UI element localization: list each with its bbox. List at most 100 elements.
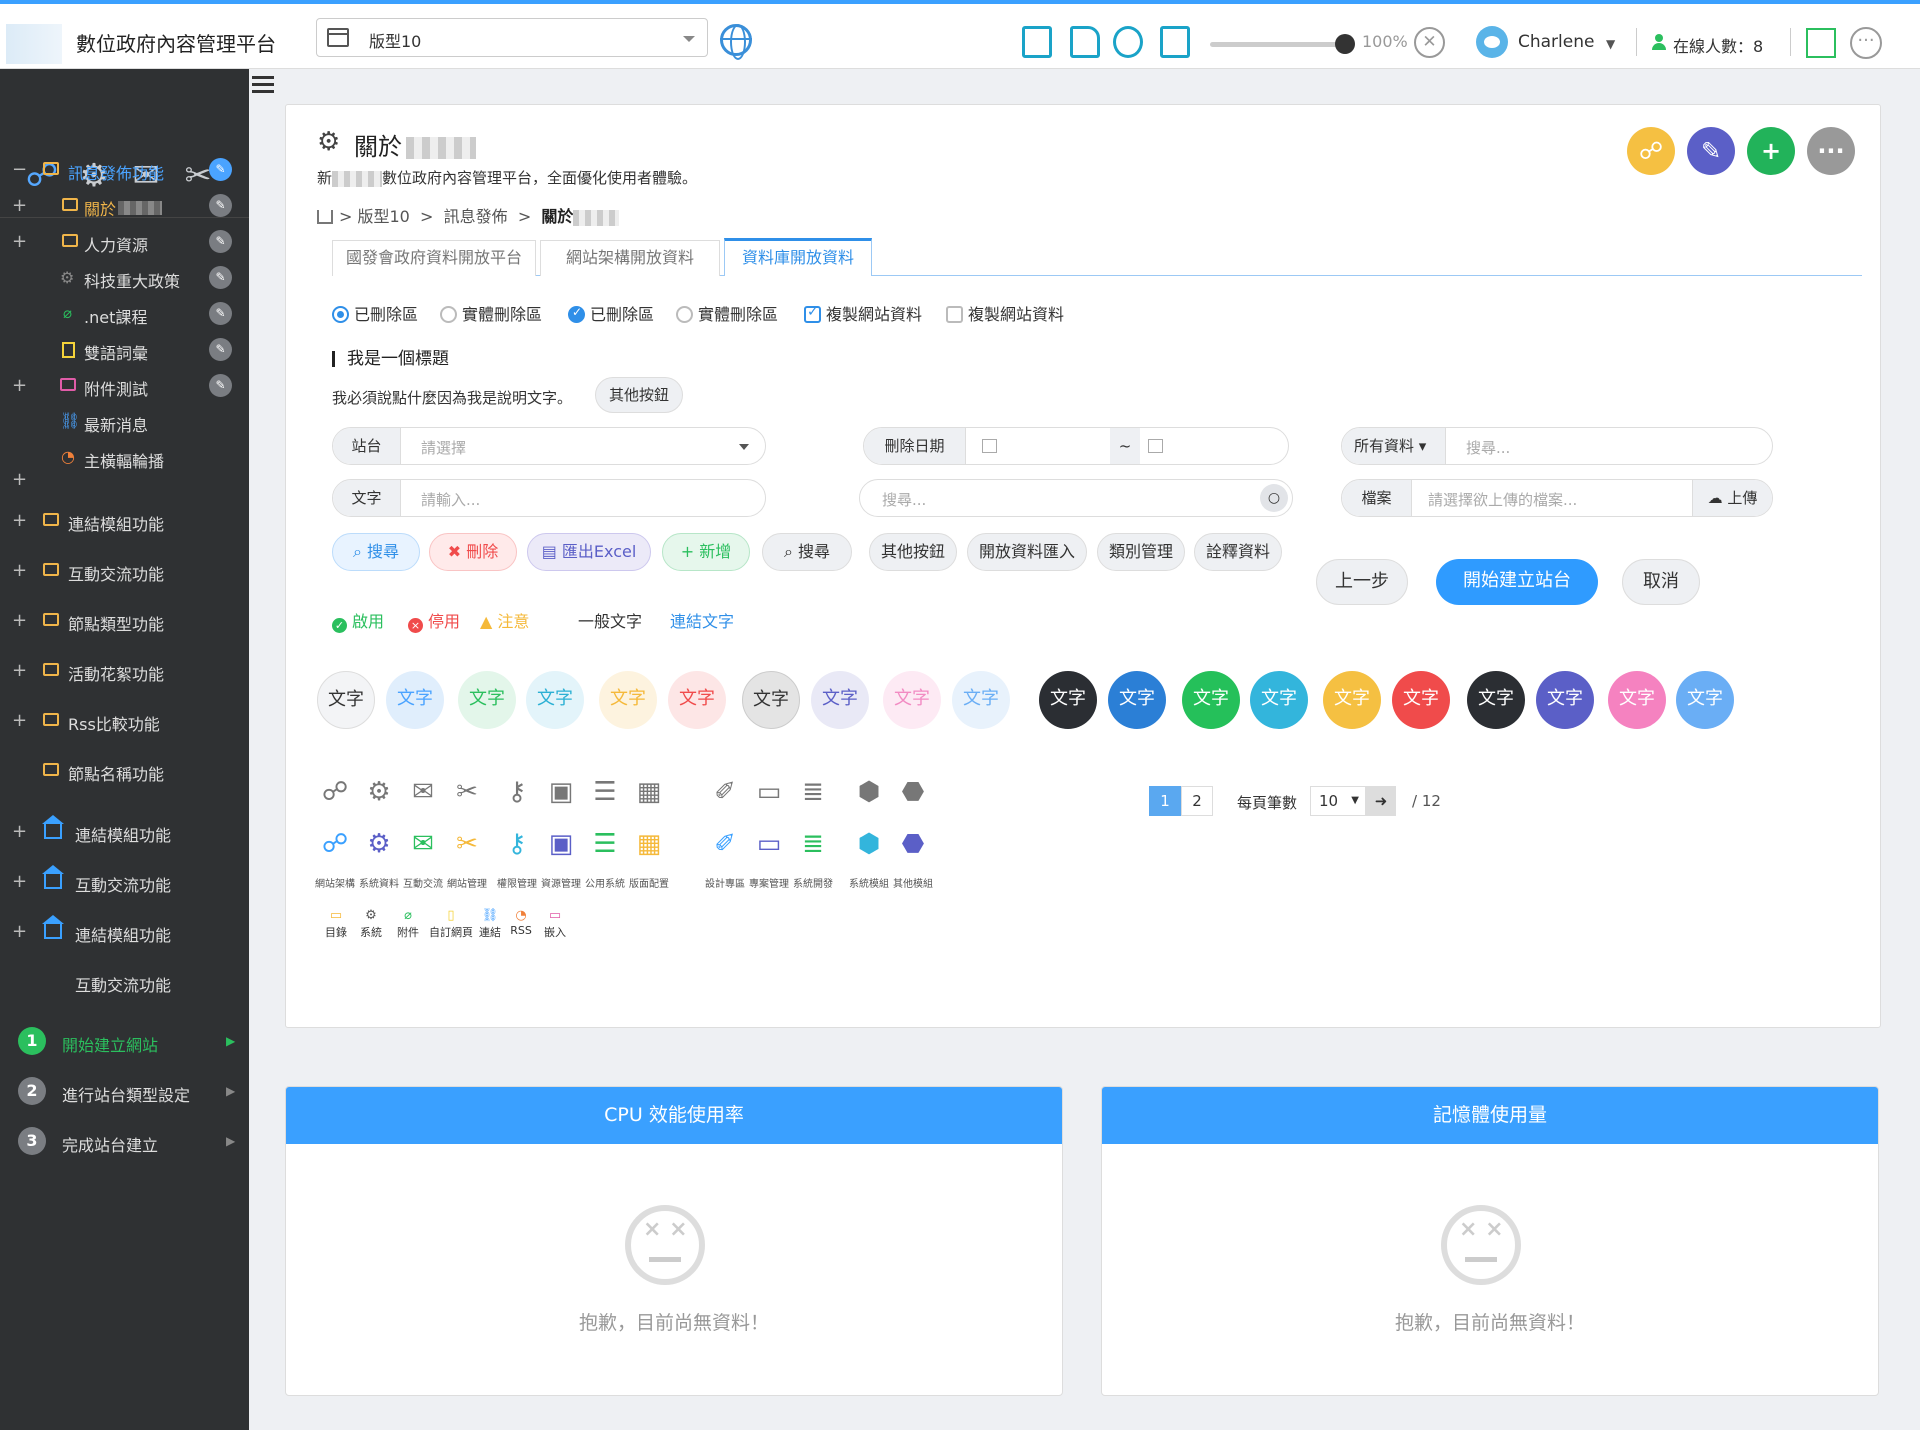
search-icon[interactable]: ○ bbox=[1260, 484, 1288, 512]
edit-icon[interactable]: ✎ bbox=[209, 302, 232, 325]
expand-toggle[interactable]: + bbox=[12, 871, 27, 892]
breadcrumb-item[interactable]: 訊息發佈 bbox=[444, 207, 508, 226]
layout-icon[interactable]: ▦ bbox=[630, 825, 668, 863]
search-button-2[interactable]: ⌕ 搜尋 bbox=[762, 533, 852, 571]
cube-icon[interactable]: ⬢ bbox=[850, 825, 888, 863]
all-data-dropdown[interactable]: 所有資料 ▾ bbox=[1342, 428, 1446, 464]
design-icon[interactable]: ✐ bbox=[706, 825, 744, 863]
mini-embed[interactable]: ▭ 嵌入 bbox=[539, 908, 571, 940]
sidebar-group[interactable]: + Rss比較功能 bbox=[0, 704, 249, 740]
tab-database[interactable]: 資料庫開放資料 bbox=[724, 238, 872, 276]
mini-folder[interactable]: ▭ 目錄 bbox=[320, 908, 352, 940]
other-button-2[interactable]: 其他按鈕 bbox=[869, 533, 957, 571]
radio-physical-2[interactable]: 實體刪除區 bbox=[676, 301, 778, 325]
globe-icon[interactable] bbox=[720, 24, 752, 60]
archive-icon[interactable]: ▣ bbox=[542, 773, 580, 811]
gear-icon[interactable]: ⚙ bbox=[360, 825, 398, 863]
sidebar-add[interactable]: + bbox=[0, 461, 249, 497]
inbox-icon[interactable]: ✉ bbox=[404, 825, 442, 863]
close-icon[interactable]: ✕ bbox=[1414, 27, 1445, 58]
step-1[interactable]: 1 開始建立網站 ▶ bbox=[0, 1022, 249, 1062]
text-input[interactable]: 文字 請輸入... bbox=[332, 479, 766, 517]
search-button[interactable]: ⌕ 搜尋 bbox=[332, 533, 420, 571]
chevron-down-icon[interactable]: ▼ bbox=[1606, 37, 1615, 51]
layout-icon[interactable]: ▦ bbox=[630, 773, 668, 811]
zoom-slider[interactable] bbox=[1210, 42, 1345, 47]
date-range-input[interactable]: 刪除日期 ~ bbox=[863, 427, 1289, 465]
expand-toggle[interactable]: + bbox=[12, 560, 27, 581]
edit-icon[interactable]: ✎ bbox=[209, 374, 232, 397]
search-input[interactable]: 搜尋... ○ bbox=[859, 479, 1293, 517]
tab-ndc[interactable]: 國發會政府資料開放平台 bbox=[332, 240, 536, 276]
briefcase-icon[interactable]: ▭ bbox=[750, 825, 788, 863]
cube-icon[interactable]: ⬢ bbox=[850, 773, 888, 811]
expand-toggle[interactable]: + bbox=[12, 610, 27, 631]
edit-icon[interactable]: ✎ bbox=[209, 230, 232, 253]
delete-button[interactable]: ✖ 刪除 bbox=[429, 533, 517, 571]
gear-icon[interactable]: ⚙ bbox=[360, 773, 398, 811]
sidebar-group[interactable]: + 活動花絮功能 bbox=[0, 654, 249, 690]
menu-toggle-icon[interactable] bbox=[252, 76, 274, 94]
expand-toggle[interactable]: + bbox=[12, 710, 27, 731]
expand-toggle[interactable]: + bbox=[12, 660, 27, 681]
sidebar-group[interactable]: + 節點類型功能 bbox=[0, 604, 249, 640]
mini-system[interactable]: ⚙ 系統 bbox=[355, 908, 387, 940]
sitemap-icon[interactable]: ☍ bbox=[316, 825, 354, 863]
edit-icon[interactable]: ✎ bbox=[209, 266, 232, 289]
sidebar-item-policy[interactable]: ⚙ 科技重大政策 ✎ bbox=[0, 261, 249, 297]
sidebar-group[interactable]: + 連結模組功能 bbox=[0, 915, 249, 951]
sidebar-item-news[interactable]: − 訊息發佈功能 ✎ bbox=[0, 153, 249, 189]
mini-rss[interactable]: ◔ RSS bbox=[505, 908, 537, 937]
previous-button[interactable]: 上一步 bbox=[1316, 559, 1408, 605]
checkbox-copy-2[interactable]: 複製網站資料 bbox=[946, 301, 1064, 325]
collapse-toggle[interactable]: − bbox=[12, 159, 27, 180]
box-icon[interactable]: ⬣ bbox=[894, 773, 932, 811]
other-button[interactable]: 其他按鈕 bbox=[595, 377, 683, 413]
sitemap-button[interactable]: ☍ bbox=[1627, 127, 1675, 175]
step-3[interactable]: 3 完成站台建立 ▶ bbox=[0, 1122, 249, 1162]
mini-custom-page[interactable]: ▯ 自訂網頁 bbox=[428, 908, 474, 940]
sidebar-item-attach[interactable]: + 附件測試 ✎ bbox=[0, 369, 249, 405]
sidebar-item-glossary[interactable]: 雙語詞彙 ✎ bbox=[0, 333, 249, 369]
briefcase-icon[interactable]: ▭ bbox=[750, 773, 788, 811]
sidebar-group[interactable]: 節點名稱功能 bbox=[0, 754, 249, 790]
sidebar-group[interactable]: + 連結模組功能 bbox=[0, 504, 249, 540]
link-text[interactable]: 連結文字 bbox=[670, 608, 734, 632]
site-select[interactable]: 站台 請選擇 bbox=[332, 427, 766, 465]
step-2[interactable]: 2 進行站台類型設定 ▶ bbox=[0, 1072, 249, 1112]
design-icon[interactable]: ✐ bbox=[706, 773, 744, 811]
key-icon[interactable]: ⚷ bbox=[498, 825, 536, 863]
server-icon[interactable]: ≣ bbox=[794, 825, 832, 863]
expand-toggle[interactable]: + bbox=[12, 375, 27, 396]
sidebar-item-about[interactable]: + 關於 ✎ bbox=[0, 189, 249, 225]
category-button[interactable]: 類別管理 bbox=[1097, 533, 1185, 571]
import-button[interactable]: 開放資料匯入 bbox=[967, 533, 1087, 571]
add-button[interactable]: + 新增 bbox=[662, 533, 750, 571]
expand-toggle[interactable]: + bbox=[12, 821, 27, 842]
expand-toggle[interactable]: + bbox=[12, 510, 27, 531]
publish-globe-icon[interactable] bbox=[1113, 26, 1143, 58]
go-button[interactable]: ➜ bbox=[1366, 786, 1396, 816]
preview-icon[interactable] bbox=[1070, 26, 1100, 58]
sidebar-group[interactable]: + 互動交流功能 bbox=[0, 865, 249, 901]
edit-icon[interactable]: ✎ bbox=[209, 158, 232, 181]
sidebar-group[interactable]: 互動交流功能 bbox=[0, 965, 249, 1001]
edit-icon[interactable]: ✎ bbox=[209, 338, 232, 361]
page-1[interactable]: 1 bbox=[1149, 786, 1181, 816]
checkbox-copy[interactable]: 複製網站資料 bbox=[804, 301, 922, 325]
user-name[interactable]: Charlene bbox=[1518, 32, 1594, 52]
calendar-icon[interactable] bbox=[1148, 439, 1163, 453]
tab-site-structure[interactable]: 網站架構開放資料 bbox=[540, 240, 720, 276]
inbox-icon[interactable]: ✉ bbox=[404, 773, 442, 811]
zoom-slider-handle[interactable] bbox=[1335, 34, 1355, 54]
metadata-button[interactable]: 詮釋資料 bbox=[1194, 533, 1282, 571]
tools-icon[interactable]: ✂ bbox=[448, 825, 486, 863]
archive-icon[interactable]: ▣ bbox=[542, 825, 580, 863]
mini-link[interactable]: ⛓ 連結 bbox=[474, 908, 506, 940]
database-icon[interactable]: ☰ bbox=[586, 825, 624, 863]
radio-deleted-2[interactable]: 已刪除區 bbox=[568, 301, 654, 325]
sidebar-item-hr[interactable]: + 人力資源 ✎ bbox=[0, 225, 249, 261]
per-page-select[interactable]: 10 ▼ bbox=[1310, 786, 1366, 816]
add-button[interactable]: + bbox=[1747, 127, 1795, 175]
export-excel-button[interactable]: ▤ 匯出Excel bbox=[527, 533, 651, 571]
